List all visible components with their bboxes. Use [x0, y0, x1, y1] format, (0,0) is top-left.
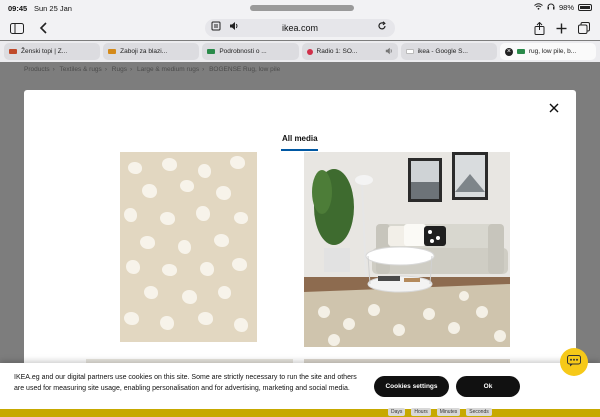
- cookies-ok-button[interactable]: Ok: [456, 376, 520, 397]
- battery-percent: 98%: [558, 3, 574, 12]
- close-icon[interactable]: [546, 100, 562, 116]
- page-menu-icon[interactable]: [211, 21, 221, 33]
- countdown-seconds: Seconds: [466, 408, 492, 416]
- reload-icon[interactable]: [377, 21, 387, 34]
- close-tab-icon[interactable]: ×: [504, 47, 513, 56]
- tab-bar: Ženski topi | Z... Zaboji za blazi... Po…: [0, 41, 600, 62]
- multitasking-handle[interactable]: [250, 5, 354, 11]
- status-indicators: 98%: [534, 3, 592, 12]
- favicon-icon: [108, 49, 117, 54]
- wifi-icon: [534, 3, 543, 12]
- tab-label: Zaboji za blazi...: [120, 48, 168, 55]
- cookie-banner: IKEA.eg and our digital partners use coo…: [0, 363, 600, 409]
- rug-product-image[interactable]: [120, 152, 257, 342]
- tab-all-media[interactable]: All media: [282, 134, 318, 143]
- countdown-hours: Hours: [411, 408, 431, 416]
- tab-label: Ženski topi | Z...: [21, 48, 68, 55]
- chat-button[interactable]: [560, 348, 588, 376]
- breadcrumb: Products › Textiles & rugs › Rugs › Large &…: [24, 66, 281, 73]
- headphones-icon: [547, 3, 555, 12]
- tab-zaboji[interactable]: Zaboji za blazi...: [103, 43, 200, 60]
- browser-toolbar: ikea.com: [0, 16, 600, 40]
- favicon-icon: [516, 49, 525, 54]
- favicon-icon: [207, 49, 216, 54]
- breadcrumb-item: BOGENSE Rug, low pile: [209, 66, 281, 73]
- tab-label: Radio 1: SO...: [316, 48, 358, 55]
- promo-strip: Days Hours Minutes Seconds: [0, 408, 600, 417]
- active-tab-indicator: [281, 149, 318, 151]
- back-icon[interactable]: [34, 19, 52, 37]
- date: Sun 25 Jan: [34, 4, 72, 13]
- sidebar-icon[interactable]: [8, 19, 26, 37]
- breadcrumb-item[interactable]: Large & medium rugs: [137, 66, 199, 73]
- tab-zenski-topi[interactable]: Ženski topi | Z...: [4, 43, 101, 60]
- address-bar[interactable]: ikea.com: [205, 19, 395, 37]
- tab-rug-active[interactable]: × rug, low pile, b...: [499, 43, 597, 60]
- share-icon[interactable]: [530, 19, 548, 37]
- battery-icon: [578, 4, 592, 11]
- tab-label: Podrobnosti o ...: [219, 48, 267, 55]
- speaker-icon[interactable]: [229, 21, 239, 33]
- breadcrumb-item[interactable]: Rugs: [112, 66, 127, 73]
- favicon-icon: [306, 48, 313, 55]
- breadcrumb-item[interactable]: Products: [24, 66, 50, 73]
- tab-podrobnosti[interactable]: Podrobnosti o ...: [202, 43, 299, 60]
- countdown-minutes: Minutes: [436, 408, 461, 416]
- tab-label: rug, low pile, b...: [528, 48, 577, 55]
- clock: 09:45: [8, 4, 28, 13]
- status-bar: 09:45 Sun 25 Jan 98%: [0, 0, 600, 16]
- chat-icon: [567, 354, 581, 370]
- tab-label: ikea - Google S...: [417, 48, 468, 55]
- favicon-icon: [9, 49, 17, 54]
- tab-radio[interactable]: Radio 1: SO...: [301, 43, 398, 60]
- cookies-settings-button[interactable]: Cookies settings: [374, 376, 449, 397]
- tab-google-search[interactable]: ikea - Google S...: [400, 43, 497, 60]
- favicon-icon: [405, 49, 414, 54]
- speaker-icon[interactable]: [385, 47, 393, 57]
- countdown-labels: Days Hours Minutes Seconds: [388, 408, 492, 416]
- tab-overview-icon[interactable]: [575, 19, 593, 37]
- new-tab-icon[interactable]: [552, 19, 570, 37]
- url-text: ikea.com: [281, 23, 318, 33]
- countdown-days: Days: [388, 408, 406, 416]
- room-scene-image[interactable]: [304, 152, 510, 347]
- breadcrumb-item[interactable]: Textiles & rugs: [60, 66, 102, 73]
- cookie-text: IKEA.eg and our digital partners use coo…: [14, 374, 357, 392]
